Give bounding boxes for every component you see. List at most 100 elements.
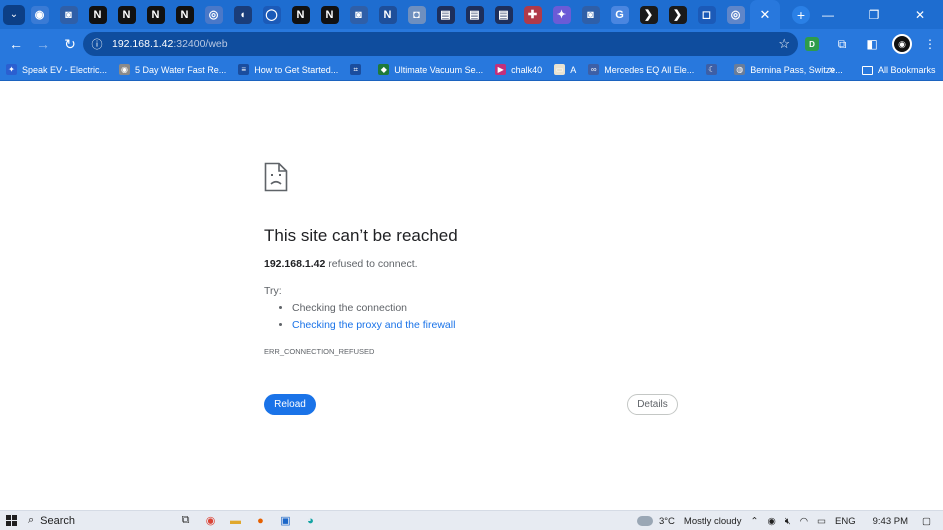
taskbar-search[interactable]: ⌕ Search [28, 511, 173, 530]
bookmark-item[interactable]: ≡ How to Get Started... [232, 59, 344, 81]
battery-icon[interactable]: ▭ [817, 516, 826, 527]
url-host: 192.168.1.42 [112, 38, 174, 50]
notion-icon: N [146, 5, 165, 24]
bookmark-item[interactable]: ◆ Ultimate Vacuum Se... [372, 59, 489, 81]
bookmark-label: chalk40 [511, 64, 543, 75]
chart-app-icon: ▤ [494, 5, 513, 24]
tab-9[interactable]: ◯ [257, 0, 286, 29]
wifi-icon[interactable]: ◠ [800, 516, 808, 527]
square-app-icon: ◘ [407, 5, 426, 24]
system-tray: 3°C Mostly cloudy ⌃ ◉ 🔇︎ ◠ ▭ ENG 9:43 PM… [636, 511, 943, 530]
tab-15[interactable]: ▤ [431, 0, 460, 29]
bookmark-item[interactable]: ✦ Speak EV - Electric... [0, 59, 113, 81]
tab-16[interactable]: ▤ [460, 0, 489, 29]
bookmarks-overflow-button[interactable]: » [829, 59, 835, 81]
notification-icon[interactable]: ▢ [922, 516, 931, 527]
tab-12[interactable]: ◙ [344, 0, 373, 29]
tab-6[interactable]: N [170, 0, 199, 29]
reload-page-button[interactable]: ↻ [58, 32, 82, 56]
clock[interactable]: 9:43 PM [873, 516, 908, 527]
moon-bookmark-icon: ☾ [706, 64, 718, 75]
side-panel-button[interactable]: ◧ [857, 37, 887, 51]
notion-icon: N [320, 5, 339, 24]
taskbar-outlook-button[interactable]: ▣ [273, 511, 298, 530]
tab-5[interactable]: N [141, 0, 170, 29]
all-bookmarks-button[interactable]: All Bookmarks [862, 59, 936, 81]
tab-3[interactable]: N [83, 0, 112, 29]
bookmark-item[interactable]: ⌗ [344, 59, 372, 81]
forward-button[interactable]: → [31, 32, 55, 56]
reload-button[interactable]: Reload [264, 394, 316, 415]
puzzle-icon: ⧉ [837, 36, 847, 51]
task-view-button[interactable]: ⧉ [173, 511, 198, 530]
menu-button[interactable]: ⋮ [917, 37, 943, 51]
tab-24[interactable]: ◻ [692, 0, 721, 29]
extensions-button[interactable]: ⧉ [827, 37, 857, 52]
tab-20[interactable]: ◙ [576, 0, 605, 29]
taskbar-file-explorer-button[interactable]: ▬ [223, 511, 248, 530]
tab-7[interactable]: ◎ [199, 0, 228, 29]
volume-muted-icon[interactable]: 🔇︎ [785, 516, 791, 527]
extension-d-button[interactable]: D [797, 37, 827, 51]
tab-23[interactable]: ❯ [663, 0, 692, 29]
tab-2[interactable]: ◙ [54, 0, 83, 29]
arrow-left-icon: ← [9, 36, 23, 52]
taskbar-chrome-button[interactable]: ◉ [198, 511, 223, 530]
tab-18[interactable]: ✚ [518, 0, 547, 29]
bookmark-label: Ultimate Vacuum Se... [394, 64, 484, 75]
windows-logo-icon [5, 515, 17, 526]
bookmark-item[interactable]: ☾ [700, 59, 728, 81]
extension-d-icon: D [805, 37, 819, 51]
tab-11[interactable]: N [315, 0, 344, 29]
bookmark-item[interactable]: ▶ chalk40 [489, 59, 548, 81]
start-button[interactable] [0, 511, 22, 530]
chevron-up-icon[interactable]: ⌃ [750, 516, 758, 527]
browser-toolbar: ← → ↻ ⓘ 192.168.1.42:32400/web ☆ D ⧉ ◧ ◉… [0, 29, 943, 59]
bookmark-item[interactable]: ◉ 5 Day Water Fast Re... [113, 59, 232, 81]
tab-10[interactable]: N [286, 0, 315, 29]
tab-25[interactable]: ◎ [721, 0, 750, 29]
speak-ev-icon: ✦ [6, 64, 17, 75]
bookmark-label: Speak EV - Electric... [22, 64, 108, 75]
n-circle-icon: N [378, 5, 397, 24]
tab-17[interactable]: ▤ [489, 0, 518, 29]
record-icon[interactable]: ◉ [767, 516, 775, 527]
search-icon: ⌕ [28, 514, 35, 526]
taskbar-app-button[interactable]: ◕ [298, 511, 323, 530]
tab-14[interactable]: ◘ [402, 0, 431, 29]
url-text[interactable]: 192.168.1.42:32400/web [112, 38, 228, 50]
tab-8[interactable]: ◖ [228, 0, 257, 29]
gift-app-icon: ✚ [523, 5, 542, 24]
toolbar-actions: D ⧉ ◧ ◉ ⋮ [797, 29, 943, 59]
language-indicator[interactable]: ENG [835, 516, 856, 527]
tab-1[interactable]: ◉ [25, 0, 54, 29]
tab-4[interactable]: N [112, 0, 141, 29]
back-button[interactable]: ← [4, 32, 28, 56]
tab-active[interactable]: ✕ [750, 0, 780, 29]
speaker-icon: ◖ [233, 5, 252, 24]
weather-temp[interactable]: 3°C [659, 516, 675, 527]
info-icon[interactable]: ⓘ [87, 36, 107, 52]
restore-button[interactable]: ❐ [851, 0, 897, 29]
minimize-button[interactable]: — [805, 0, 851, 29]
tab-22[interactable]: ❯ [634, 0, 663, 29]
address-bar[interactable]: ⓘ 192.168.1.42:32400/web ☆ [83, 32, 798, 56]
tab-search-button[interactable]: ⌄ [3, 4, 25, 25]
suggestion-check-proxy-link[interactable]: Checking the proxy and the firewall [292, 318, 455, 335]
tab-19[interactable]: ✦ [547, 0, 576, 29]
weather-text[interactable]: Mostly cloudy [684, 516, 742, 527]
details-button[interactable]: Details [627, 394, 678, 415]
tab-21[interactable]: G [605, 0, 634, 29]
error-host: 192.168.1.42 [264, 258, 326, 270]
tab-13[interactable]: N [373, 0, 402, 29]
close-window-button[interactable]: ✕ [897, 0, 943, 29]
close-icon[interactable]: ✕ [756, 6, 774, 24]
teal-app-icon: ◕ [307, 514, 314, 527]
profile-button[interactable]: ◉ [887, 34, 917, 54]
bookmark-item[interactable]: ▭ A [548, 59, 582, 81]
taskbar-firefox-button[interactable]: ● [248, 511, 273, 530]
windows-taskbar: ⌕ Search ⧉ ◉ ▬ ● ▣ ◕ 3°C Mostly cloudy ⌃… [0, 510, 943, 530]
bookmark-star-icon[interactable]: ☆ [778, 36, 790, 52]
bookmark-item[interactable]: ∞ Mercedes EQ All Ele... [582, 59, 700, 81]
folder-app-icon: ▬ [230, 514, 241, 527]
